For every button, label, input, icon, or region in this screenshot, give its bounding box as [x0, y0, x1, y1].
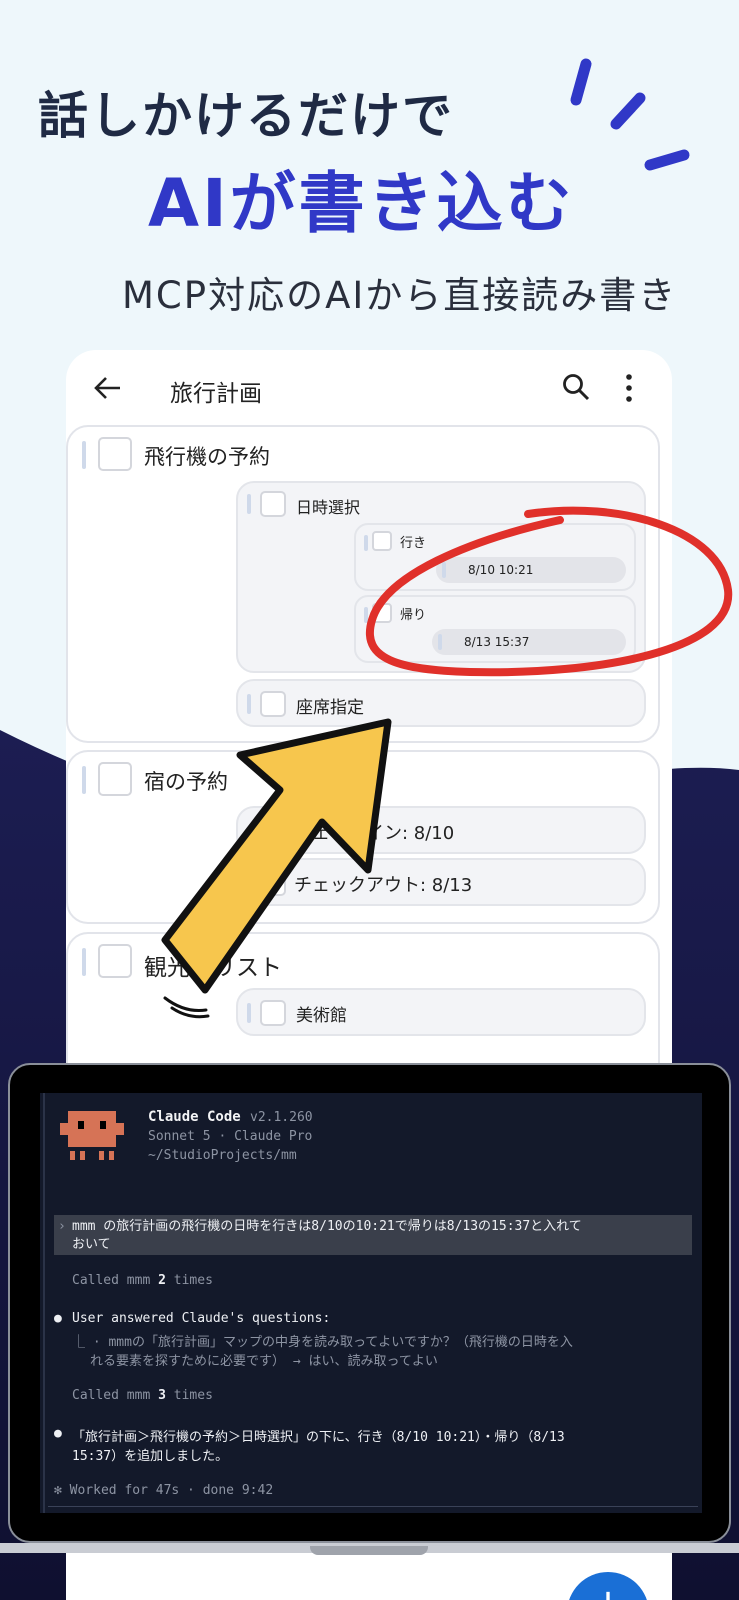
- checkbox[interactable]: [260, 691, 286, 717]
- laptop-frame: Claude Code v2.1.260 Sonnet 5 · Claude P…: [8, 1063, 731, 1543]
- indent-bar: [82, 441, 86, 469]
- checkbox[interactable]: [372, 531, 392, 551]
- checkbox[interactable]: [372, 603, 392, 623]
- checkbox[interactable]: [98, 437, 132, 471]
- value-pill[interactable]: 8/10 10:21: [436, 557, 626, 583]
- checkbox[interactable]: [98, 762, 132, 796]
- called-count: 3: [158, 1388, 166, 1403]
- item-going[interactable]: 行き 8/10 10:21: [354, 523, 636, 591]
- laptop-notch: [310, 1546, 428, 1555]
- prompt-line1: mmm の旅行計画の飛行機の日時を行きは8/10の10:21で帰りは8/13の1…: [72, 1219, 582, 1234]
- prompt-line2: おいて: [72, 1237, 111, 1252]
- indent-bar: [247, 494, 251, 514]
- more-vert-icon[interactable]: [614, 368, 644, 408]
- called-text: Called mmm: [72, 1273, 151, 1288]
- indent-bar: [442, 562, 446, 578]
- item-label: 帰り: [400, 608, 427, 623]
- item-label: 行き: [400, 536, 427, 551]
- indent-bar: [247, 1003, 251, 1023]
- card-title: 観光地リスト: [144, 955, 282, 981]
- called-line-1: Called mmm 2 times: [72, 1273, 213, 1288]
- indent-bar: [438, 634, 442, 650]
- indent-bar: [82, 766, 86, 794]
- item-label: 美術館: [296, 1006, 347, 1026]
- indent-bar: [364, 607, 368, 623]
- question-line2: れる要素を探すために必要です） → はい、読み取ってよい: [90, 1354, 438, 1369]
- terminal-screen: Claude Code v2.1.260 Sonnet 5 · Claude P…: [40, 1093, 702, 1513]
- called-line-2: Called mmm 3 times: [72, 1388, 213, 1403]
- item-label: 座席指定: [296, 698, 364, 718]
- worked-line: ✻ Worked for 47s · done 9:42: [54, 1483, 274, 1498]
- terminal-app-name: Claude Code: [148, 1109, 241, 1125]
- answered-line: User answered Claude's questions:: [72, 1311, 331, 1326]
- item-seat[interactable]: 座席指定: [236, 679, 646, 727]
- indent-bar: [247, 873, 251, 893]
- checkbox[interactable]: [260, 491, 286, 517]
- called-text: times: [173, 1388, 213, 1403]
- item-label: チェックイン: 8/10: [294, 823, 455, 844]
- card-flight-booking[interactable]: 飛行機の予約 日時選択 行き 8/10 10:21 帰り 8/13 15:37 …: [66, 425, 660, 743]
- search-icon[interactable]: [556, 368, 596, 408]
- item-checkout[interactable]: チェックアウト: 8/13: [236, 858, 646, 906]
- value-text: 8/13 15:37: [464, 635, 530, 649]
- user-prompt-block[interactable]: › mmm の旅行計画の飛行機の日時を行きは8/10の10:21で帰りは8/13…: [54, 1215, 692, 1255]
- value-pill[interactable]: 8/13 15:37: [432, 629, 626, 655]
- question-line1: ⎿ · mmmの「旅行計画」マップの中身を読み取ってよいですか？（飛行機の日時を…: [72, 1335, 573, 1350]
- arrow-left-icon[interactable]: [88, 368, 128, 408]
- indent-bar: [364, 535, 368, 551]
- hero-subtitle: MCP対応のAIから直接読み書き: [122, 274, 678, 317]
- hero-title-line2: AIが書き込む: [148, 165, 575, 242]
- checkbox[interactable]: [260, 870, 286, 896]
- terminal-divider: [48, 1506, 698, 1507]
- item-label: 日時選択: [296, 498, 361, 517]
- checkbox[interactable]: [98, 944, 132, 978]
- item-datetime-select[interactable]: 日時選択 行き 8/10 10:21 帰り 8/13 15:37: [236, 481, 646, 673]
- item-return[interactable]: 帰り 8/13 15:37: [354, 595, 636, 663]
- terminal-model: Sonnet 5 · Claude Pro: [148, 1129, 313, 1144]
- claude-mascot-icon: [60, 1111, 124, 1160]
- checkbox[interactable]: [260, 1000, 286, 1026]
- item-museum[interactable]: 美術館: [236, 988, 646, 1036]
- called-text: Called mmm: [72, 1388, 151, 1403]
- terminal-gutter: [43, 1093, 45, 1513]
- hero-title-line1: 話しかけるだけで: [38, 87, 454, 145]
- item-checkin[interactable]: チェックイン: 8/10: [236, 806, 646, 854]
- page-title: 旅行計画: [170, 381, 262, 407]
- result-line2: 15:37）を追加しました。: [72, 1449, 229, 1464]
- prompt-caret-icon: ›: [58, 1219, 66, 1234]
- bullet-icon: ●: [54, 1426, 62, 1441]
- bullet-icon: ●: [54, 1311, 62, 1326]
- indent-bar: [82, 948, 86, 976]
- indent-bar: [247, 694, 251, 714]
- item-label: チェックアウト: 8/13: [294, 875, 473, 896]
- result-line1: 「旅行計画＞飛行機の予約＞日時選択」の下に、行き（8/10 10:21）・帰り（…: [72, 1430, 565, 1445]
- card-title: 飛行機の予約: [144, 445, 270, 469]
- card-hotel-booking[interactable]: 宿の予約 チェックイン: 8/10 チェックアウト: 8/13: [66, 750, 660, 924]
- called-text: times: [173, 1273, 213, 1288]
- called-count: 2: [158, 1273, 166, 1288]
- value-text: 8/10 10:21: [468, 563, 534, 577]
- card-title: 宿の予約: [144, 770, 228, 794]
- terminal-path: ~/StudioProjects/mm: [148, 1148, 297, 1163]
- app-bar: 旅行計画: [66, 350, 672, 430]
- terminal-version: v2.1.260: [250, 1110, 313, 1125]
